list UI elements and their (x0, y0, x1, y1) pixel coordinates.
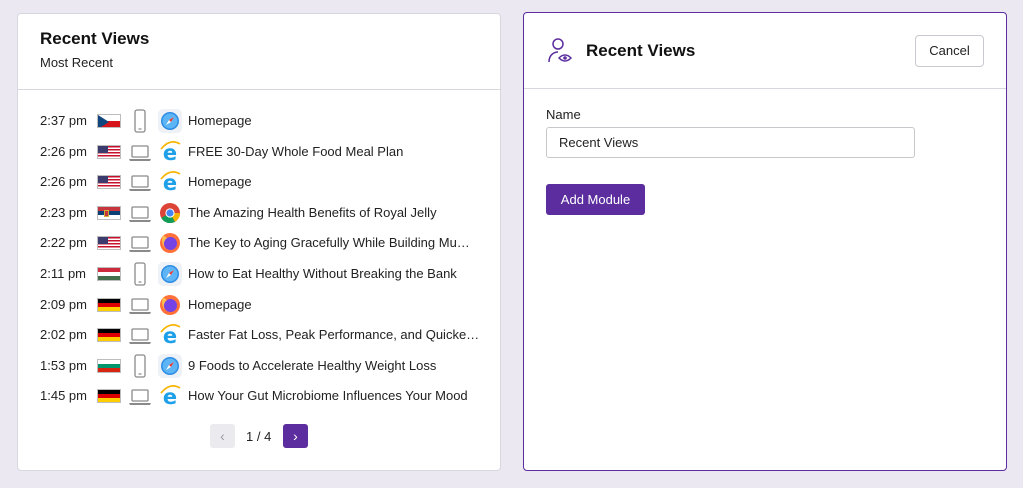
list-item[interactable]: 2:37 pm Homepage (18, 109, 498, 133)
phone-icon (128, 262, 152, 286)
laptop-icon (128, 323, 152, 347)
list-item[interactable]: 2:26 pm e Homepage (18, 170, 498, 195)
name-label: Name (546, 107, 581, 122)
chevron-left-icon[interactable]: ‹ (210, 424, 235, 448)
usa-flag-icon (97, 175, 121, 190)
panel-header: Recent Views Most Recent (18, 14, 500, 90)
view-time: 2:22 pm (40, 235, 87, 251)
view-time: 2:26 pm (40, 174, 87, 190)
usa-flag-icon (97, 144, 121, 159)
page-indicator: 1 / 4 (246, 429, 272, 444)
page-title-link[interactable]: How Your Gut Microbiome Influences Your … (188, 388, 488, 403)
list-item[interactable]: 1:53 pm 9 Foods to Accelerate Healthy Wei… (18, 353, 498, 378)
page-title-link[interactable]: FREE 30-Day Whole Food Meal Plan (188, 144, 488, 159)
serbia-flag-icon (97, 205, 121, 220)
name-input[interactable] (546, 127, 915, 158)
page-title-link[interactable]: How to Eat Healthy Without Breaking the … (188, 266, 488, 281)
view-time: 2:11 pm (40, 266, 87, 281)
chrome-icon (158, 201, 182, 225)
cancel-button[interactable]: Cancel (915, 35, 984, 67)
germany-flag-icon (97, 389, 121, 404)
phone-icon (128, 354, 152, 378)
list-item[interactable]: 2:09 pm Homepage (18, 293, 498, 317)
view-time: 1:45 pm (40, 388, 87, 404)
page-title-link[interactable]: Homepage (188, 297, 488, 312)
laptop-icon (128, 201, 152, 225)
laptop-icon (128, 231, 152, 255)
page-title-link[interactable]: Faster Fat Loss, Peak Performance, and Q… (188, 327, 488, 342)
laptop-icon (128, 384, 152, 408)
page-title-link[interactable]: The Amazing Health Benefits of Royal Jel… (188, 205, 488, 220)
safari-icon (158, 353, 182, 378)
bulgaria-flag-icon (97, 358, 121, 373)
recent-views-panel: Recent Views Most Recent 2:37 pm Homepage… (17, 13, 501, 471)
germany-flag-icon (97, 297, 121, 312)
user-eye-icon (548, 38, 573, 63)
ie-icon: e (158, 140, 182, 165)
list-item[interactable]: 1:45 pm e How Your Gut Microbiome Influenc… (18, 384, 498, 409)
laptop-icon (128, 293, 152, 317)
phone-icon (128, 109, 152, 133)
germany-flag-icon (97, 328, 121, 343)
editor-title: Recent Views (586, 41, 696, 60)
panel-title: Recent Views (40, 29, 150, 48)
editor-header: Recent Views Cancel (524, 13, 1006, 89)
module-editor-panel: Recent Views Cancel Name Add Module (523, 12, 1007, 471)
firefox-icon (158, 293, 182, 317)
view-time: 2:23 pm (40, 204, 87, 220)
view-time: 2:26 pm (40, 143, 87, 159)
list-item[interactable]: 2:22 pm The Key to Aging Gracefully While… (18, 231, 498, 255)
laptop-icon (128, 140, 152, 164)
view-time: 1:53 pm (40, 357, 87, 373)
list-item[interactable]: 2:23 pm The Amazing Health Benefits of Ro… (18, 201, 498, 225)
view-time: 2:02 pm (40, 327, 87, 343)
view-time: 2:09 pm (40, 296, 87, 312)
view-time: 2:37 pm (40, 113, 87, 128)
firefox-icon (158, 231, 182, 255)
ie-icon: e (158, 384, 182, 409)
laptop-icon (128, 170, 152, 194)
czech-flag-icon (97, 114, 121, 128)
page-title-link[interactable]: The Key to Aging Gracefully While Buildi… (188, 235, 488, 250)
page-title-link[interactable]: Homepage (188, 174, 488, 189)
ie-icon: e (158, 170, 182, 195)
ie-icon: e (158, 323, 182, 348)
list-item[interactable]: 2:26 pm e FREE 30-Day Whole Food Meal Plan (18, 140, 498, 165)
safari-icon (158, 262, 182, 286)
pagination: ‹ 1 / 4 › (210, 424, 320, 450)
chevron-right-icon[interactable]: › (283, 424, 308, 448)
usa-flag-icon (97, 236, 121, 251)
page-title-link[interactable]: Homepage (188, 113, 488, 128)
hungary-flag-icon (97, 267, 121, 281)
add-module-button[interactable]: Add Module (546, 184, 645, 215)
page-title-link[interactable]: 9 Foods to Accelerate Healthy Weight Los… (188, 358, 488, 373)
safari-icon (158, 109, 182, 133)
list-item[interactable]: 2:02 pm e Faster Fat Loss, Peak Performanc… (18, 323, 498, 348)
panel-subtitle: Most Recent (40, 55, 113, 70)
list-item[interactable]: 2:11 pm How to Eat Healthy Without Breaki… (18, 262, 498, 286)
